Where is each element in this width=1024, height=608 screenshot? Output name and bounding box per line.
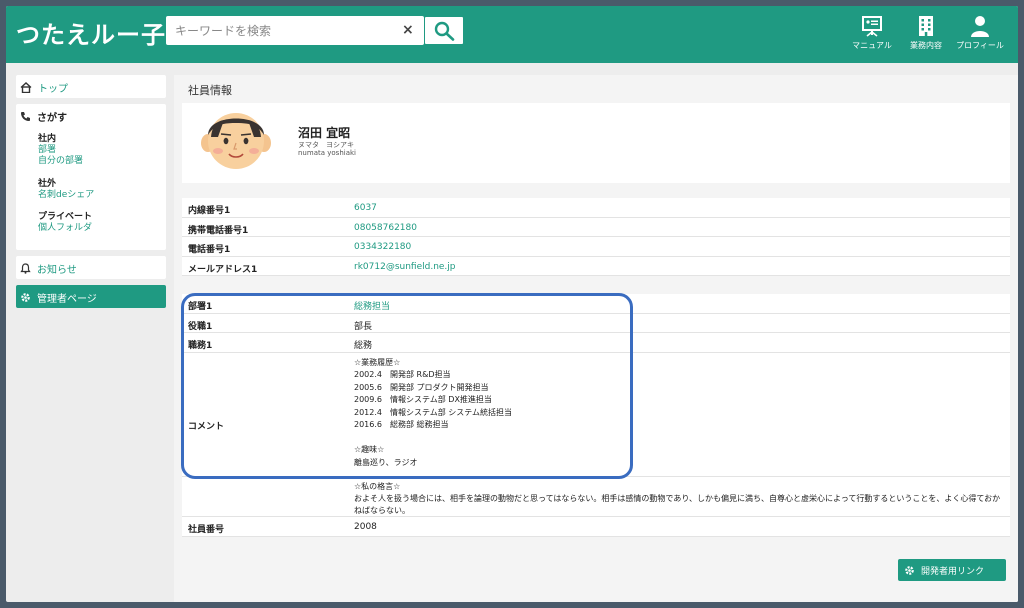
sidebar-search-section: さがす 社内 部署 自分の部署 社外 名刺deシェア プライベート 個人フォルダ [16, 104, 166, 250]
row-label: コメント [188, 421, 225, 432]
row-label: 職務1 [188, 341, 213, 351]
building-icon [919, 16, 933, 36]
sidebar-link-departments[interactable]: 部署 [38, 145, 83, 156]
page-title: 社員情報 [188, 84, 232, 97]
header-bar: つたえルー子 × マニュアル [6, 6, 1018, 63]
table-row: 役職1 部長 [182, 314, 1010, 333]
sidebar-item-label: 管理者ページ [37, 294, 97, 305]
sidebar-link-card-share[interactable]: 名刺deシェア [38, 190, 94, 201]
extension-link[interactable]: 6037 [354, 203, 377, 213]
motto-text: ☆私の格言☆ およそ人を扱う場合には、相手を論理の動物だと思ってはならない。相手… [354, 481, 1004, 517]
row-label: メールアドレス1 [188, 264, 258, 275]
comment-row: コメント ☆業務履歴☆ 2002.4 開発部 R&D担当 2005.6 開発部 … [182, 353, 1010, 477]
mobile-link[interactable]: 08058762180 [354, 223, 417, 233]
nav-manual[interactable]: マニュアル [842, 14, 902, 51]
sidebar-item-label: トップ [38, 84, 68, 95]
app-logo[interactable]: つたえルー子 [16, 15, 166, 50]
profile-card: 沼田 宜昭 ヌマタ ヨシアキ numata yoshiaki [182, 103, 1010, 183]
motto-line: およそ人を扱う場合には、相手を論理の動物だと思ってはならない。相手は感情の動物で… [354, 493, 1001, 515]
motto-row: ☆私の格言☆ およそ人を扱う場合には、相手を論理の動物だと思ってはならない。相手… [182, 477, 1010, 517]
row-label: 携帯電話番号1 [188, 225, 249, 236]
sidebar-link-my-department[interactable]: 自分の部署 [38, 156, 83, 167]
phone-icon [21, 112, 30, 121]
search-box: × [166, 16, 424, 45]
employee-name: 沼田 宜昭 [298, 126, 351, 140]
sidebar-item-top[interactable]: トップ [16, 75, 166, 98]
nav-profile[interactable]: プロフィール [950, 14, 1010, 51]
row-label: 電話番号1 [188, 245, 231, 255]
comment-line [354, 432, 512, 445]
sidebar-link-personal-folder[interactable]: 個人フォルダ [38, 223, 92, 234]
table-row: 部署1 総務担当 [182, 294, 1010, 314]
app-window: つたえルー子 × マニュアル [6, 6, 1018, 602]
sidebar-search-title: さがす [37, 113, 67, 124]
comment-text: ☆業務履歴☆ 2002.4 開発部 R&D担当 2005.6 開発部 プロダクト… [354, 357, 512, 470]
group-title: 社外 [38, 179, 57, 189]
comment-line: 2016.6 総務部 総務担当 [354, 420, 449, 429]
table-row: メールアドレス1 rk0712@sunfield.ne.jp [182, 257, 1010, 276]
group-title: 社内 [38, 134, 57, 144]
table-row: 電話番号1 0334322180 [182, 237, 1010, 257]
phone-link[interactable]: 0334322180 [354, 242, 411, 252]
row-label: 部署1 [188, 302, 213, 312]
comment-line: 離島巡り、ラジオ [354, 457, 418, 467]
comment-line: ☆業務履歴☆ [354, 357, 401, 367]
table-row: 職務1 総務 [182, 333, 1010, 353]
comment-line: 2002.4 開発部 R&D担当 [354, 370, 451, 379]
table-row: 社員番号 2008 [182, 517, 1010, 537]
job-table: 部署1 総務担当 役職1 部長 職務1 総務 コメント ☆業務履歴☆ 2002.… [182, 294, 1010, 537]
developer-link-button[interactable]: 開発者用リンク [898, 559, 1006, 581]
row-label: 役職1 [188, 321, 213, 332]
contact-table: 内線番号1 6037 携帯電話番号1 08058762180 電話番号1 033… [182, 198, 1010, 276]
sidebar-item-news[interactable]: お知らせ [16, 256, 166, 279]
row-label: 社員番号 [188, 524, 225, 535]
email-link[interactable]: rk0712@sunfield.ne.jp [354, 262, 456, 272]
nav-business-label: 業務内容 [910, 41, 942, 50]
sidebar-group-internal: 社内 部署 自分の部署 [38, 134, 83, 167]
comment-line: 2009.6 情報システム部 DX推進担当 [354, 395, 492, 404]
main-panel: 社員情報 沼田 宜昭 ヌマタ ヨシアキ numata yoshiaki 内線番号… [174, 75, 1018, 602]
duty-value: 総務 [354, 341, 373, 351]
search-icon [434, 21, 455, 41]
row-label: 内線番号1 [188, 206, 231, 216]
sidebar-group-private: プライベート 個人フォルダ [38, 212, 92, 234]
sidebar-item-admin[interactable]: 管理者ページ [16, 285, 166, 308]
comment-line: ☆趣味☆ [354, 445, 385, 454]
motto-line: ☆私の格言☆ [354, 481, 401, 491]
scrollbar[interactable] [1010, 75, 1018, 602]
home-icon [20, 82, 32, 93]
table-row: 内線番号1 6037 [182, 198, 1010, 218]
sidebar-group-external: 社外 名刺deシェア [38, 179, 94, 201]
user-icon [971, 16, 989, 37]
developer-link-label: 開発者用リンク [921, 566, 985, 577]
search-input[interactable] [166, 16, 396, 45]
department-link[interactable]: 総務担当 [354, 299, 390, 312]
comment-line: 2012.4 情報システム部 システム統括担当 [354, 407, 513, 417]
table-row: 携帯電話番号1 08058762180 [182, 218, 1010, 237]
employee-romaji: numata yoshiaki [298, 149, 356, 157]
sidebar-item-label: お知らせ [37, 265, 77, 276]
clear-icon[interactable]: × [402, 22, 414, 38]
search-button[interactable] [424, 16, 464, 45]
gear-icon [905, 565, 914, 575]
employee-id-value: 2008 [354, 521, 377, 532]
bell-icon [20, 263, 31, 274]
comment-line: 2005.6 開発部 プロダクト開発担当 [354, 382, 489, 392]
position-value: 部長 [354, 321, 373, 332]
nav-business[interactable]: 業務内容 [896, 14, 956, 51]
avatar [201, 113, 271, 169]
presentation-board-icon [862, 16, 882, 37]
group-title: プライベート [38, 212, 93, 222]
nav-manual-label: マニュアル [852, 41, 892, 50]
gear-icon [21, 293, 30, 302]
nav-profile-label: プロフィール [956, 41, 1004, 50]
